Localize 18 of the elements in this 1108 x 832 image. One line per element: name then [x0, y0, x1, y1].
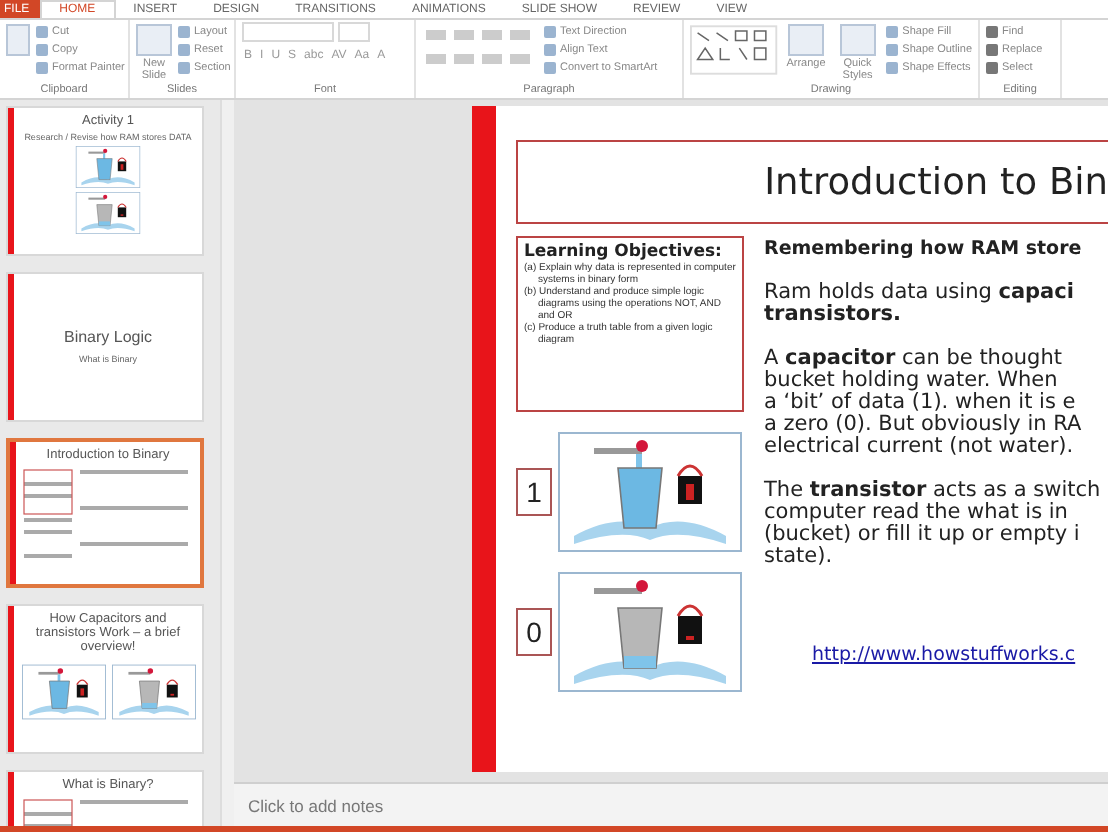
digit-label: 0 [516, 608, 552, 656]
web-link[interactable]: http://www.howstuffworks.c [812, 644, 1076, 666]
slide-title: Binary Logic [63, 329, 153, 347]
shapes-gallery-icon[interactable] [690, 24, 778, 76]
bucket-drawing [74, 192, 142, 235]
slide-title: Introduction to Bin [764, 161, 1108, 203]
paragraph: Ram holds data using capaci transistors. [764, 282, 1076, 326]
paragraph: A capacitor can be thought bucket holding water. When a ‘bit’ of data (1). when it is e a zero (0). But obviously in RA electrical current (not water). [764, 348, 1084, 458]
font-name-field[interactable] [242, 22, 334, 42]
accent-bar [10, 442, 16, 584]
scrollbar[interactable] [220, 100, 234, 826]
objectives-heading: Learning Objectives: [524, 242, 724, 262]
bucket-drawing [74, 146, 142, 189]
paragraph: The transistor acts as a switch computer read the what is in (bucket) or fill it up or empty i state). [764, 480, 1103, 568]
notes-placeholder[interactable]: Click to add notes [248, 795, 384, 815]
section-heading: Remembering how RAM store [764, 238, 1084, 260]
font-size-field[interactable] [338, 22, 370, 42]
digit-label: 1 [516, 468, 552, 516]
